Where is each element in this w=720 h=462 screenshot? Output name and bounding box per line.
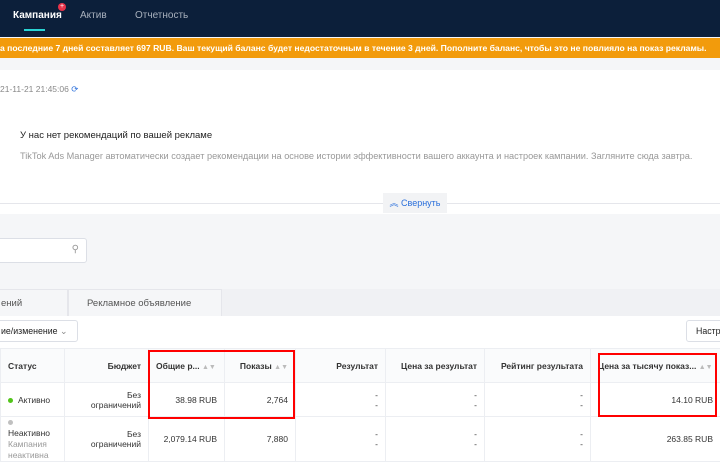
value: -	[580, 390, 583, 400]
top-nav: Кампания + Актив Отчетность	[0, 0, 720, 37]
highlight-box	[598, 353, 717, 417]
timestamp-text: 21-11-21 21:45:06	[0, 84, 69, 94]
budget-line1: Без	[127, 429, 141, 439]
tab-campaign[interactable]: Кампания	[13, 10, 62, 21]
budget-cell: Безограничений	[65, 383, 149, 417]
rating-cell: --	[485, 417, 591, 462]
budget-line1: Без	[127, 390, 141, 400]
value: -	[580, 400, 583, 410]
chevron-up-icon: ︽	[389, 198, 398, 208]
edit-dropdown[interactable]: ие/изменение ⌄	[0, 320, 78, 342]
collapse-button[interactable]: ︽ Свернуть	[383, 193, 447, 213]
highlight-box	[148, 350, 295, 419]
status-text: Активно	[18, 395, 50, 405]
chevron-down-icon: ⌄	[60, 326, 67, 336]
dropdown-label: ие/изменение	[1, 326, 58, 336]
value: -	[375, 429, 378, 439]
value: -	[474, 439, 477, 449]
budget-line2: ограничений	[91, 400, 141, 410]
result-cell: --	[296, 383, 386, 417]
value: -	[375, 390, 378, 400]
updated-timestamp: 21-11-21 21:45:06 ⟳	[0, 84, 78, 95]
collapse-label: Свернуть	[401, 198, 440, 208]
recommendations-title: У нас нет рекомендаций по вашей рекламе	[20, 130, 212, 141]
budget-line2: ограничений	[91, 439, 141, 449]
value: -	[580, 439, 583, 449]
value: -	[474, 429, 477, 439]
result-cell: --	[296, 417, 386, 462]
divider	[0, 203, 720, 204]
status-text: Неактивно	[8, 428, 50, 438]
search-input[interactable]: ⚲	[0, 238, 87, 263]
balance-warning-banner: а последние 7 дней составляет 697 RUB. В…	[0, 38, 720, 58]
table-row[interactable]: НеактивноКампания неактивна Безограничен…	[1, 417, 720, 462]
col-status: Статус	[1, 349, 65, 383]
recommendations-text: TikTok Ads Manager автоматически создает…	[20, 151, 692, 161]
settings-button[interactable]: Настр	[686, 320, 720, 342]
refresh-icon[interactable]: ⟳	[71, 84, 78, 94]
search-icon: ⚲	[72, 244, 79, 255]
notification-badge: +	[58, 3, 66, 11]
total-cell: 2,079.14 RUB	[149, 417, 225, 462]
tab-asset[interactable]: Актив	[80, 10, 107, 21]
active-tab-indicator	[24, 29, 45, 31]
budget-cell: Безограничений	[65, 417, 149, 462]
impressions-cell: 7,880	[225, 417, 296, 462]
value: -	[375, 439, 378, 449]
tab-adgroups[interactable]: ений	[0, 289, 68, 316]
col-result-rate: Рейтинг результата	[485, 349, 591, 383]
recommendations-panel: 21-11-21 21:45:06 ⟳ У нас нет рекомендац…	[0, 70, 720, 214]
status-cell: НеактивноКампания неактивна	[1, 417, 65, 462]
rating-cell: --	[485, 383, 591, 417]
tab-ads[interactable]: Рекламное объявление	[68, 289, 222, 316]
cpm-cell: 263.85 RUB	[591, 417, 720, 462]
col-budget: Бюджет	[65, 349, 149, 383]
status-subtext: Кампания неактивна	[8, 439, 49, 460]
value: -	[474, 390, 477, 400]
value: -	[474, 400, 477, 410]
tab-reporting[interactable]: Отчетность	[135, 10, 188, 21]
status-dot-icon	[8, 420, 13, 425]
col-cost-per-result: Цена за результат	[386, 349, 485, 383]
status-dot-icon	[8, 398, 13, 403]
level-tabs: ений Рекламное объявление	[0, 289, 720, 316]
price-cell: --	[386, 417, 485, 462]
col-result: Результат	[296, 349, 386, 383]
price-cell: --	[386, 383, 485, 417]
value: -	[580, 429, 583, 439]
value: -	[375, 400, 378, 410]
status-cell: Активно	[1, 383, 65, 417]
